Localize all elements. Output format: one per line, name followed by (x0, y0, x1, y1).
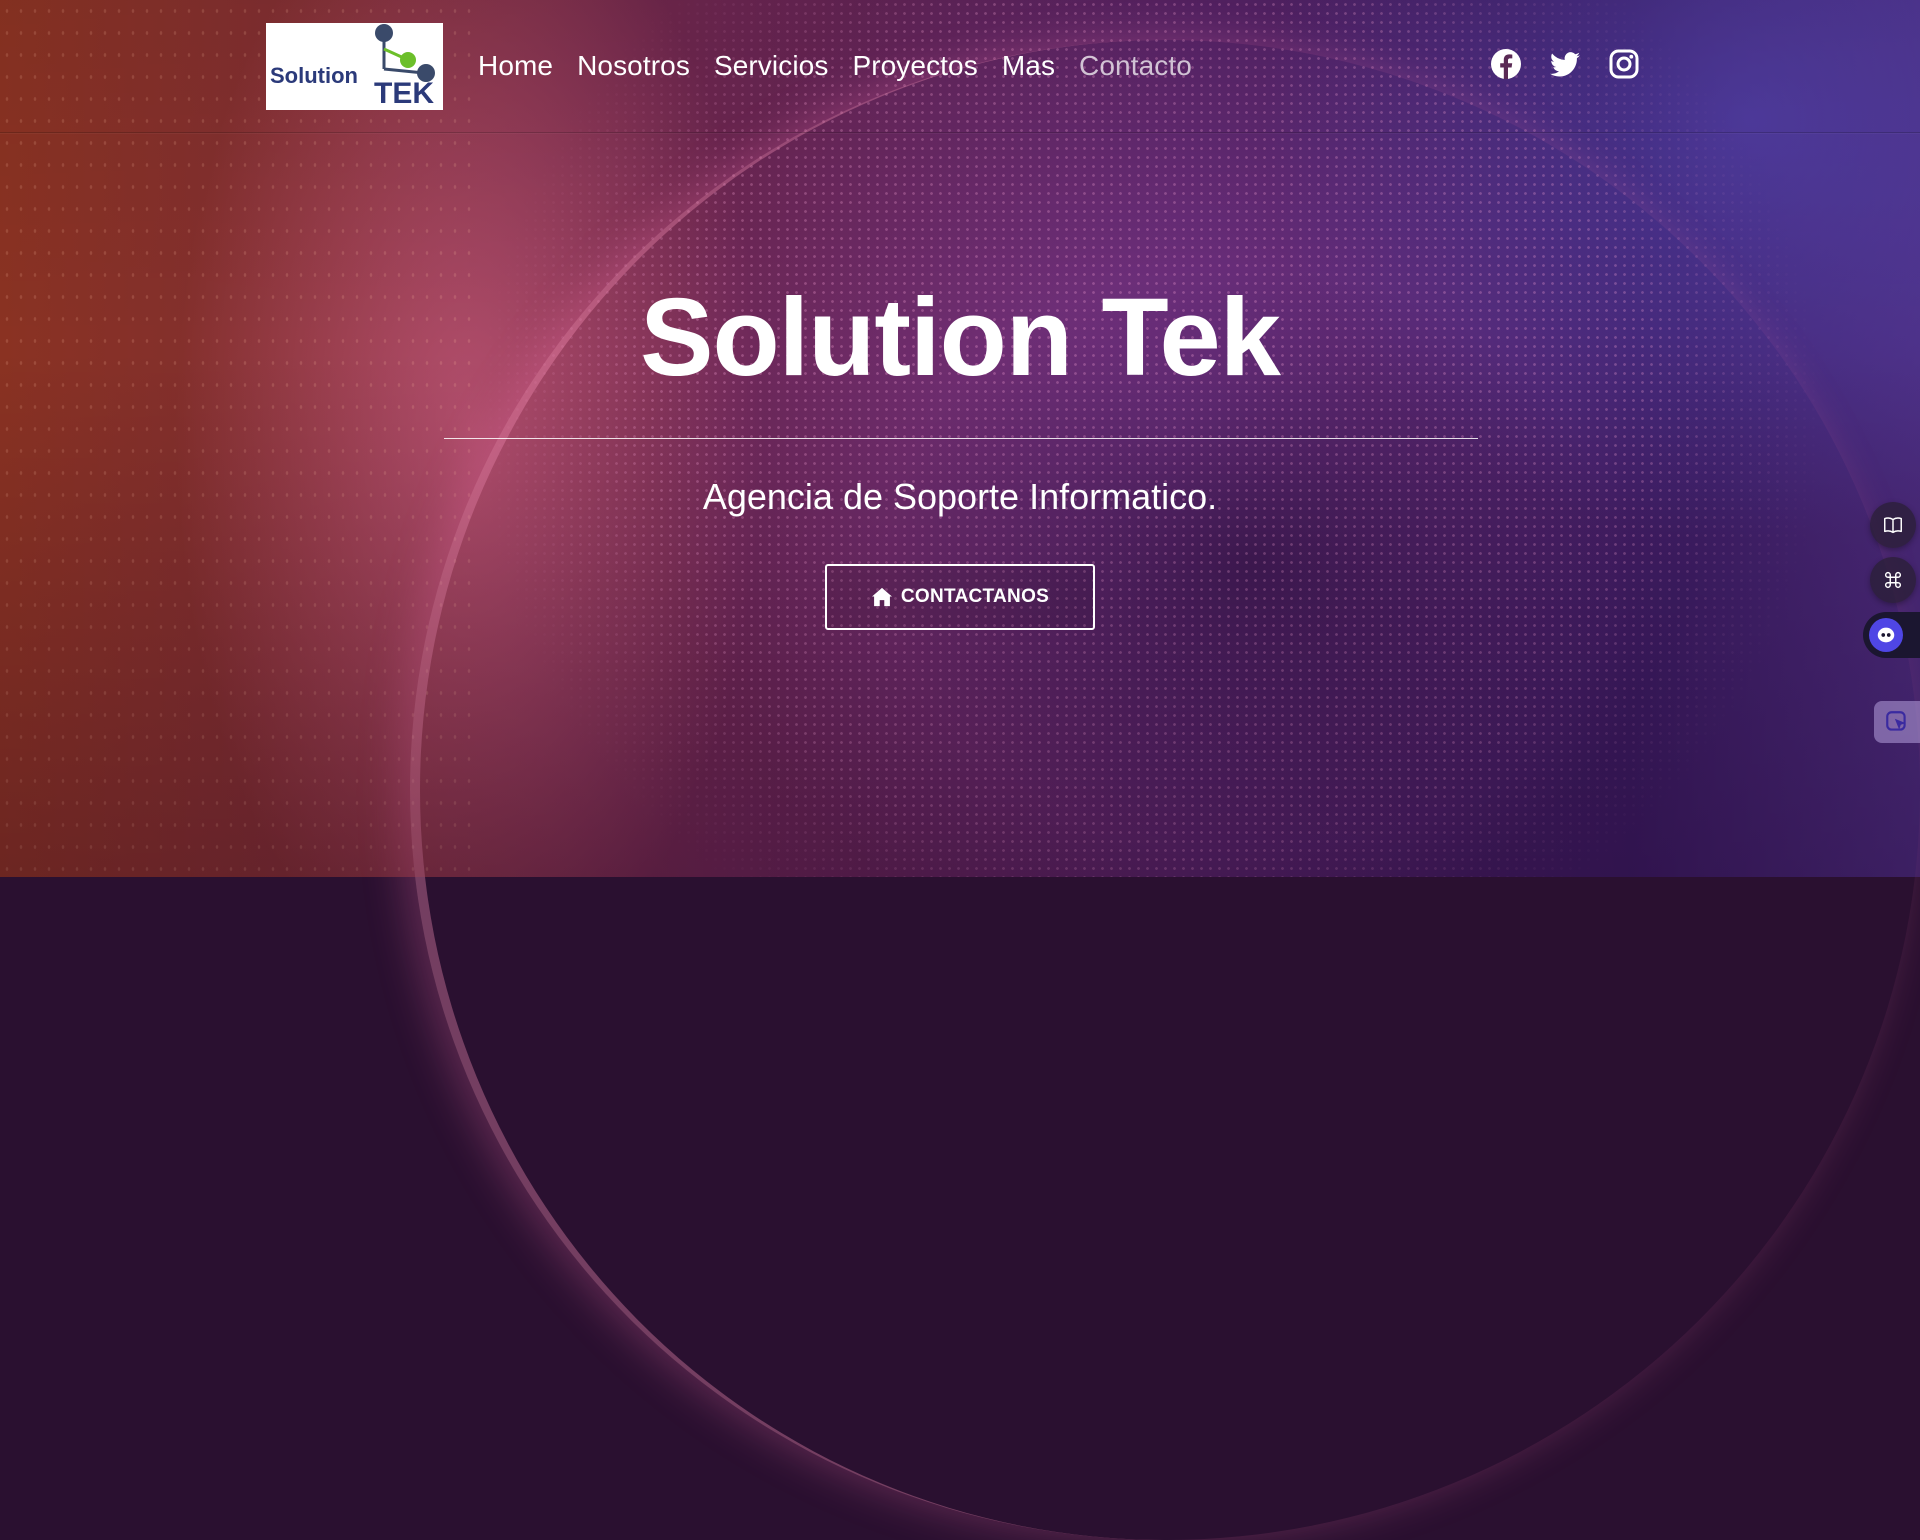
hero-divider (444, 438, 1478, 439)
contactanos-button-label: CONTACTANOS (900, 586, 1050, 607)
nav-item-contacto[interactable]: Contacto (1079, 44, 1192, 88)
main-nav: Home Nosotros Servicios Proyectos Mas Co… (478, 44, 1216, 88)
facebook-link[interactable] (1490, 48, 1522, 80)
assistant-icon (1869, 618, 1903, 652)
twitter-icon (1550, 52, 1580, 77)
nav-item-mas[interactable]: Mas (1002, 44, 1055, 88)
logo-text-solution: Solution (270, 63, 358, 88)
book-icon (1884, 517, 1902, 534)
nav-item-servicios[interactable]: Servicios (714, 44, 829, 88)
instagram-icon (1609, 49, 1639, 79)
cursor-icon (1886, 711, 1906, 731)
facebook-icon (1491, 49, 1521, 79)
nav-item-nosotros[interactable]: Nosotros (577, 44, 690, 88)
contactanos-button[interactable]: CONTACTANOS (825, 564, 1095, 630)
site-logo[interactable]: Solution TEK (266, 23, 443, 110)
nav-item-home[interactable]: Home (478, 44, 553, 88)
reader-widget-button[interactable] (1870, 502, 1916, 548)
social-links (1490, 48, 1640, 80)
hero-subtitle: Agencia de Soporte Informatico. (702, 476, 1218, 517)
command-icon (1884, 571, 1902, 589)
cursor-widget-button[interactable] (1874, 701, 1920, 743)
instagram-link[interactable] (1608, 48, 1640, 80)
assistant-widget-button[interactable] (1863, 612, 1920, 658)
twitter-link[interactable] (1549, 48, 1581, 80)
nav-item-proyectos[interactable]: Proyectos (852, 44, 977, 88)
logo-text-tek: TEK (374, 77, 434, 110)
hero-title: Solution Tek (640, 276, 1281, 399)
home-icon (871, 587, 892, 607)
site-header: Solution TEK Home Nosotros Servicios Pro… (0, 0, 1920, 133)
command-widget-button[interactable] (1870, 557, 1916, 603)
solution-tek-logo-icon: Solution TEK (270, 24, 435, 110)
